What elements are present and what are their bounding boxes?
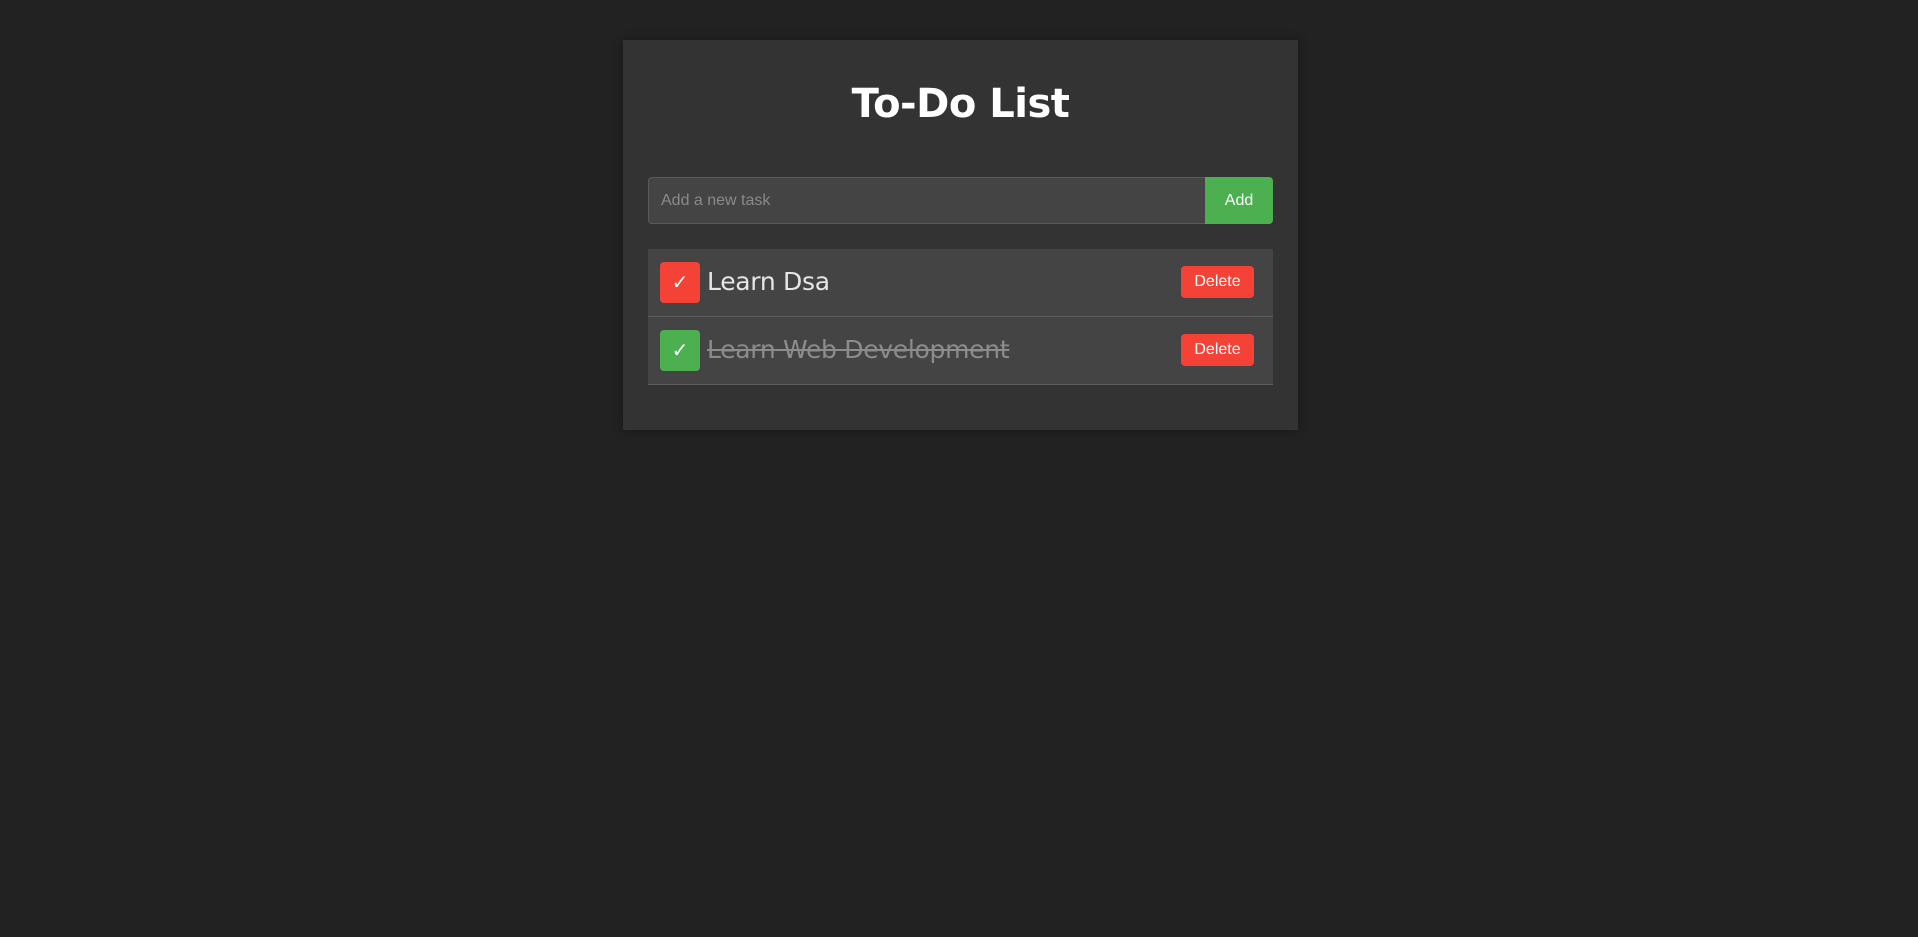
new-task-row: Add [648, 177, 1273, 224]
page-title: To-Do List [851, 81, 1070, 127]
task-item: ✓ Learn Web Development Delete [648, 317, 1273, 385]
task-item: ✓ Learn Dsa Delete [648, 249, 1273, 317]
task-list: ✓ Learn Dsa Delete ✓ Learn Web Developme… [648, 249, 1273, 385]
new-task-input[interactable] [648, 177, 1205, 224]
task-text: Learn Dsa [707, 267, 830, 296]
task-text-completed: Learn Web Development [707, 335, 1010, 364]
check-toggle-icon[interactable]: ✓ [660, 330, 700, 371]
todo-card: To-Do List Add ✓ Learn Dsa Delete ✓ Lear… [623, 40, 1298, 430]
delete-task-button[interactable]: Delete [1181, 334, 1254, 366]
add-task-button[interactable]: Add [1205, 177, 1273, 224]
delete-task-button[interactable]: Delete [1181, 266, 1254, 298]
check-toggle-icon[interactable]: ✓ [660, 262, 700, 303]
